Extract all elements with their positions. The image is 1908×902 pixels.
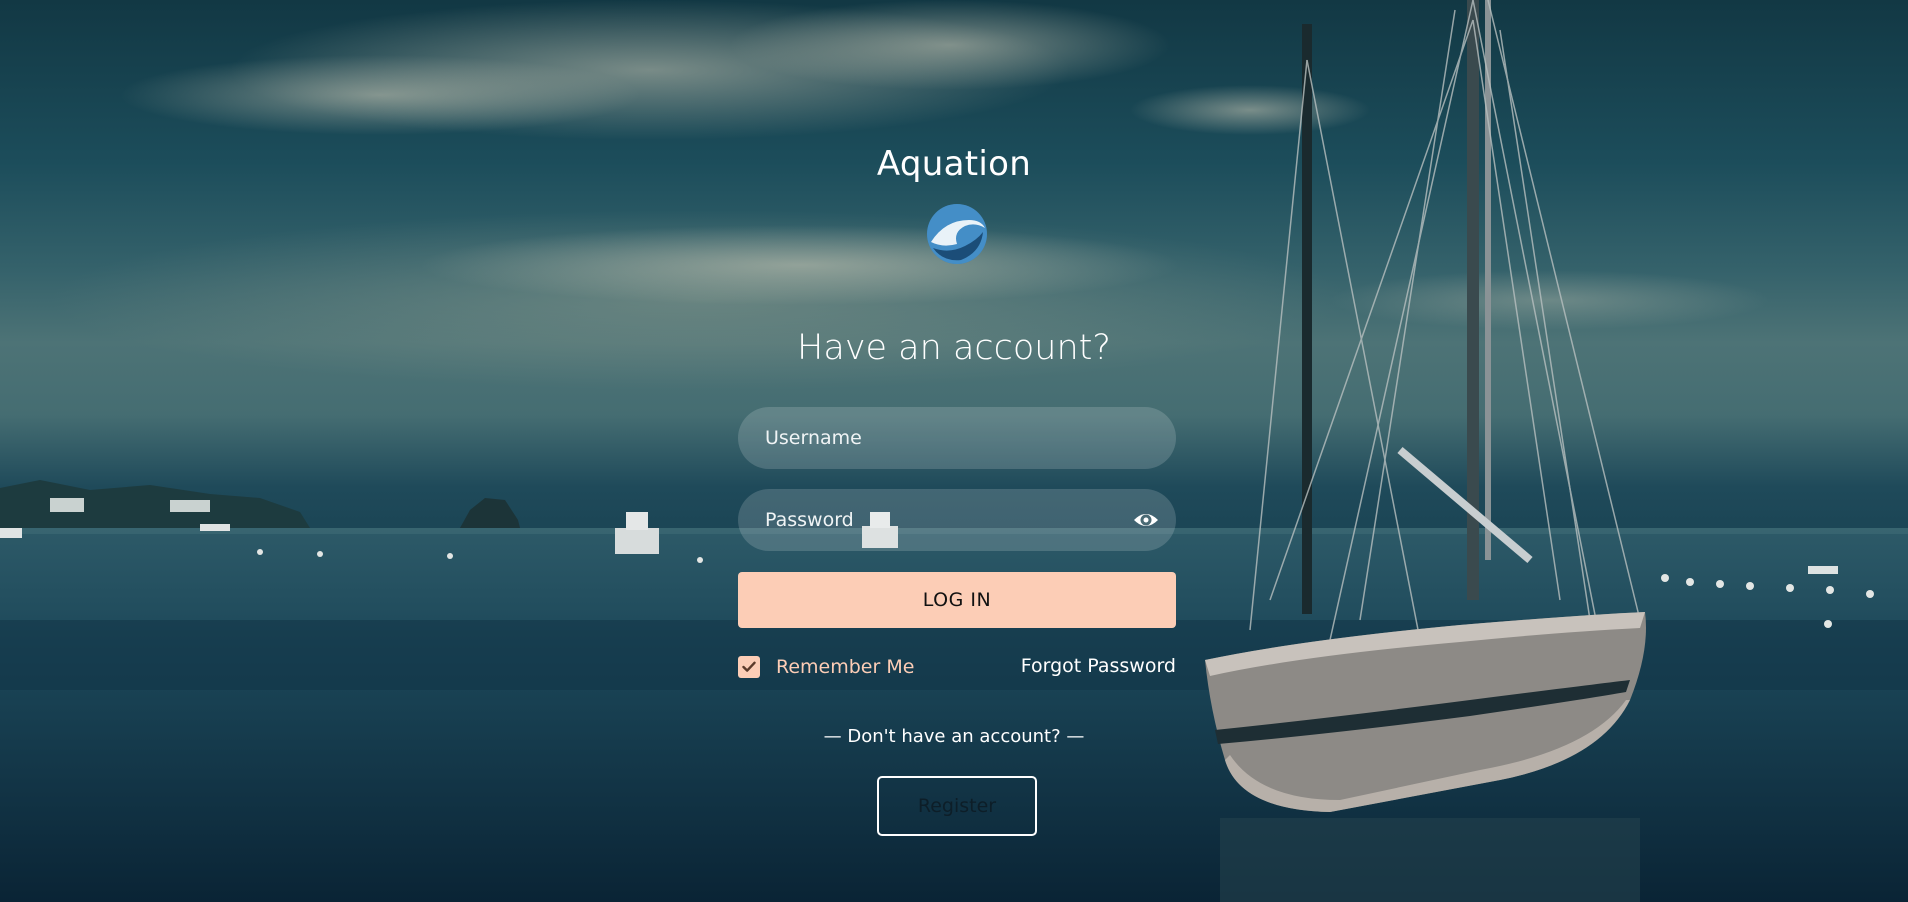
no-account-prompt: — Don't have an account? —	[823, 726, 1085, 747]
login-page: Aquation Have an account? LOG IN Remembe…	[0, 0, 1908, 902]
register-button[interactable]: Register	[877, 776, 1037, 836]
checkmark-icon	[742, 661, 756, 672]
remember-me-checkbox[interactable]	[738, 656, 760, 678]
login-button[interactable]: LOG IN	[738, 572, 1176, 628]
forgot-password-link[interactable]: Forgot Password	[1021, 655, 1176, 677]
password-field-container	[738, 489, 1176, 551]
eye-icon[interactable]	[1133, 508, 1159, 532]
remember-me-label: Remember Me	[776, 656, 915, 678]
app-title: Aquation	[876, 144, 1032, 184]
login-headline: Have an account?	[797, 328, 1111, 368]
password-input[interactable]	[738, 489, 1176, 551]
username-field-container	[738, 407, 1176, 469]
aquation-wave-logo-icon	[927, 204, 987, 264]
remember-me-toggle[interactable]: Remember Me	[738, 655, 914, 679]
username-input[interactable]	[738, 407, 1176, 469]
